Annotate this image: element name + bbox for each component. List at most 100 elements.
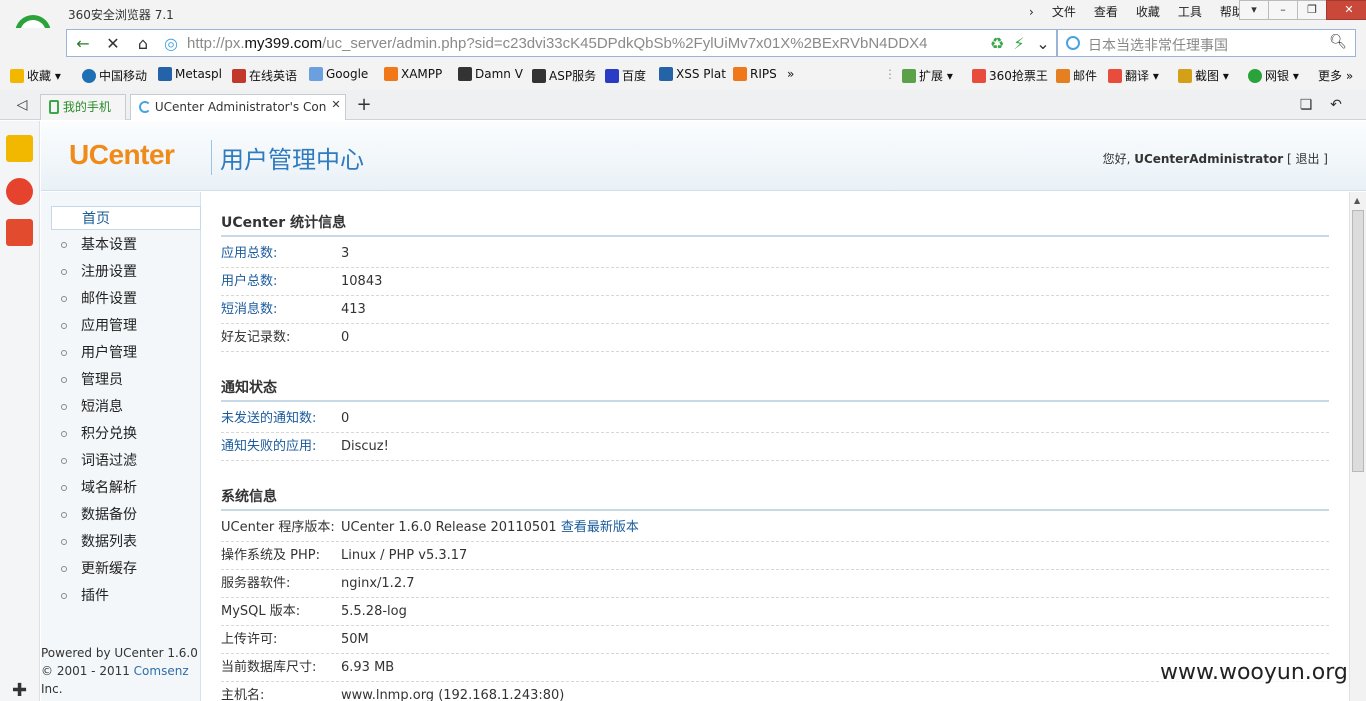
bookmark-baidu[interactable]: 百度 [605,67,646,84]
mail-icon [1056,69,1070,83]
bookmark-asp-service[interactable]: ASP服务 [532,67,596,84]
bookmark-dvwa[interactable]: Damn V [458,67,523,81]
logout-link[interactable]: [ 退出 ] [1287,152,1328,166]
menu-mail-settings[interactable]: 邮件设置 [51,287,201,311]
menu-item-tools[interactable]: 工具 [1169,4,1211,20]
bookmark-rips[interactable]: RIPS [733,67,777,81]
bookmark-xss-platform[interactable]: XSS Plat [659,67,726,81]
shield-icon [158,67,172,81]
discount-icon[interactable] [6,219,33,246]
search-icon[interactable]: 🔍︎ [1329,34,1347,50]
search-input[interactable]: 日本当选非常任理事国 [1088,35,1228,55]
extensions-button[interactable]: 扩展 ▾ [902,67,953,84]
table-row: 短消息数: 413 [221,296,1329,324]
bookmark-metasploit[interactable]: Metaspl [158,67,222,81]
maximize-button[interactable]: ❐ [1297,0,1327,20]
section-divider [221,235,1329,237]
menu-data-backup[interactable]: 数据备份 [51,503,201,527]
search-box[interactable]: 日本当选非常任理事国 🔍︎ [1057,29,1356,57]
tab-my-phone[interactable]: 我的手机 [40,94,126,120]
table-row: 未发送的通知数: 0 [221,405,1329,433]
menu-administrators[interactable]: 管理员 [51,368,201,392]
powered-by: Powered by UCenter 1.6.0 © 2001 - 2011 C… [41,646,198,696]
search-engine-icon[interactable] [1066,36,1080,50]
screenshot-button[interactable]: 截图 ▾ [1178,67,1229,84]
stop-icon[interactable]: ✕ [103,35,123,53]
baidu-paw-icon [605,69,619,83]
window-controls: ▾ – ❐ ✕ [1239,0,1366,20]
bookmark-xampp[interactable]: XAMPP [384,67,442,81]
scissors-icon [1178,69,1192,83]
bookmark-favorites[interactable]: 收藏 ▾ [10,67,61,84]
scroll-up-icon[interactable]: ▲ [1354,196,1360,205]
section-title-system: 系统信息 [221,489,277,505]
menu-app-management[interactable]: 应用管理 [51,314,201,338]
bank-icon [1248,69,1262,83]
bookmark-google[interactable]: Google [309,67,368,81]
username: UCenterAdministrator [1134,152,1284,166]
sidebar-toggle-icon[interactable]: ◁ [12,96,32,114]
table-row: 应用总数: 3 [221,240,1329,268]
weibo-icon[interactable] [6,178,33,205]
page-header: UCenter 用户管理中心 您好, UCenterAdministrator … [41,121,1366,191]
back-icon[interactable]: ← [73,35,93,53]
bookmarks-more-icon[interactable]: » [787,67,794,81]
add-sidebar-icon[interactable]: ✚ [12,680,27,701]
menu-data-list[interactable]: 数据列表 [51,530,201,554]
menu-item-favorites[interactable]: 收藏 [1127,4,1169,20]
menu-item-collapse[interactable]: › [1020,4,1043,20]
vertical-scrollbar[interactable]: ▲ [1349,192,1366,701]
table-row: 服务器软件: nginx/1.2.7 [221,570,1329,598]
address-dropdown-icon[interactable]: ⌄ [1033,35,1053,53]
online-banking-button[interactable]: 网银 ▾ [1248,67,1299,84]
dvwa-icon [458,67,472,81]
menu-domain-resolve[interactable]: 域名解析 [51,476,201,500]
url-text[interactable]: http://px.my399.com/uc_server/admin.php?… [187,35,928,52]
menu-short-messages[interactable]: 短消息 [51,395,201,419]
site-info-icon[interactable]: ◎ [161,35,181,53]
more-button[interactable]: 更多 » [1318,67,1353,84]
bookmark-china-mobile[interactable]: 中国移动 [82,67,147,84]
new-tab-icon[interactable]: + [354,96,374,114]
tab-list-icon[interactable]: ❏ [1296,96,1316,114]
menu-credit-exchange[interactable]: 积分兑换 [51,422,201,446]
tab-ucenter[interactable]: UCenter Administrator's Con [130,94,346,120]
menu-plugins[interactable]: 插件 [51,584,201,608]
menu-word-filter[interactable]: 词语过滤 [51,449,201,473]
section-title-notice: 通知状态 [221,380,277,396]
menu-basic-settings[interactable]: 基本设置 [51,233,201,257]
table-row: UCenter 程序版本: UCenter 1.6.0 Release 20110… [221,514,1329,542]
menu-home[interactable]: 首页 [51,206,201,230]
rips-icon [733,67,747,81]
ticket-button[interactable]: 360抢票王 [972,67,1048,84]
mail-button[interactable]: 邮件 [1056,67,1097,84]
browser-sidebar [0,121,40,701]
menu-user-management[interactable]: 用户管理 [51,341,201,365]
home-icon[interactable]: ⌂ [133,35,153,53]
favorites-star-icon[interactable] [6,135,33,162]
refresh-icon[interactable]: ♻ [987,35,1007,53]
bookmark-online-english[interactable]: 在线英语 [232,67,297,84]
menu-register-settings[interactable]: 注册设置 [51,260,201,284]
tab-bar: ◁ 我的手机 UCenter Administrator's Con ✕ + ❏… [0,90,1366,120]
tab-close-icon[interactable]: ✕ [326,96,346,114]
menu-update-cache[interactable]: 更新缓存 [51,557,201,581]
scrollbar-thumb[interactable] [1352,210,1364,472]
translate-button[interactable]: 翻译 ▾ [1108,67,1159,84]
close-button[interactable]: ✕ [1326,0,1366,20]
asp-icon [532,69,546,83]
speed-mode-icon[interactable]: ⚡ [1009,35,1029,53]
app-title: 360安全浏览器 7.1 [68,8,174,22]
check-latest-version-link[interactable]: 查看最新版本 [561,520,639,535]
address-bar[interactable]: ← ✕ ⌂ ◎ http://px.my399.com/uc_server/ad… [66,29,1057,57]
comsenz-link[interactable]: Comsenz [134,664,189,678]
minimize-button[interactable]: – [1268,0,1298,20]
skin-button[interactable]: ▾ [1239,0,1269,20]
menu-item-file[interactable]: 文件 [1043,4,1085,20]
translate-icon [1108,69,1122,83]
table-row: 通知失败的应用: Discuz! [221,433,1329,461]
table-row: MySQL 版本: 5.5.28-log [221,598,1329,626]
undo-close-icon[interactable]: ↶ [1326,96,1346,114]
menu-item-view[interactable]: 查看 [1085,4,1127,20]
xampp-icon [384,67,398,81]
